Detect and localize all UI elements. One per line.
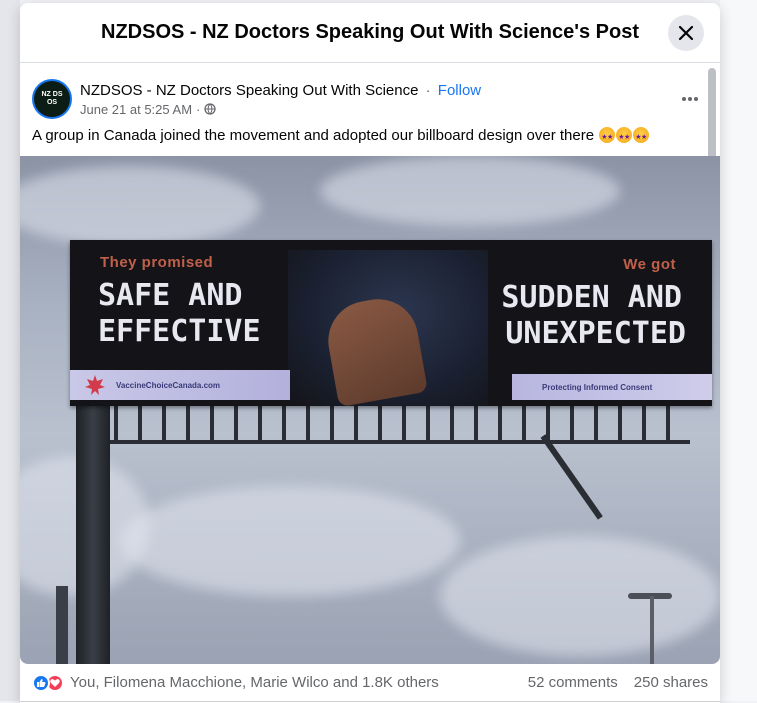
star-struck-emoji-icon — [599, 127, 616, 148]
billboard: They promised SAFE AND EFFECTIVE We got … — [70, 240, 712, 408]
post-header: NZ DS OS NZDSOS - NZ Doctors Speaking Ou… — [20, 64, 720, 122]
modal-header: NZDSOS - NZ Doctors Speaking Out With Sc… — [20, 3, 720, 63]
post-body: A group in Canada joined the movement an… — [32, 127, 595, 144]
comments-count-link[interactable]: 52 comments — [528, 674, 618, 691]
reaction-icons[interactable] — [32, 673, 64, 692]
like-reaction-icon — [32, 673, 50, 692]
engagement-counts: 52 comments 250 shares — [528, 674, 708, 691]
modal-title: NZDSOS - NZ Doctors Speaking Out With Sc… — [101, 21, 639, 43]
more-options-button[interactable] — [672, 81, 708, 117]
billboard-left-strip: VaccineChoiceCanada.com — [70, 370, 290, 400]
billboard-right-strip-text: Protecting Informed Consent — [542, 383, 653, 392]
close-icon — [678, 25, 694, 41]
cloud — [20, 166, 260, 246]
post-modal: NZDSOS - NZ Doctors Speaking Out With Sc… — [20, 3, 720, 703]
billboard-left-big-2: EFFECTIVE — [98, 314, 261, 349]
post-photo[interactable]: They promised SAFE AND EFFECTIVE We got … — [20, 156, 720, 664]
billboard-right-big-2: UNEXPECTED — [505, 316, 686, 351]
post-meta: June 21 at 5:25 AM · — [80, 102, 672, 117]
post-text: A group in Canada joined the movement an… — [20, 122, 720, 155]
avatar[interactable]: NZ DS OS — [32, 79, 72, 119]
follow-button[interactable]: Follow — [438, 82, 481, 99]
billboard-frame — [90, 402, 690, 444]
star-struck-emoji-icon — [616, 127, 633, 148]
cloud — [320, 156, 620, 226]
author-block: NZDSOS - NZ Doctors Speaking Out With Sc… — [80, 82, 672, 117]
star-struck-emoji-icon — [633, 127, 650, 148]
meta-separator: · — [196, 101, 201, 117]
billboard-left-strip-text: VaccineChoiceCanada.com — [116, 381, 221, 390]
separator: · — [425, 81, 431, 99]
cloud — [120, 486, 460, 596]
maple-leaf-icon — [85, 375, 105, 395]
billboard-strut — [540, 434, 603, 520]
background-left — [0, 0, 20, 701]
author-line: NZDSOS - NZ Doctors Speaking Out With Sc… — [80, 82, 672, 99]
street-lamp-pole — [650, 596, 654, 664]
billboard-right-big-1: SUDDEN AND — [501, 280, 682, 315]
reactions-bar: You, Filomena Macchione, Marie Wilco and… — [20, 664, 720, 702]
public-globe-icon — [204, 103, 217, 115]
reactors-link[interactable]: You, Filomena Macchione, Marie Wilco and… — [70, 674, 528, 691]
billboard-right-strip: Protecting Informed Consent — [512, 374, 712, 400]
billboard-left-small: They promised — [100, 254, 214, 271]
more-horizontal-icon — [682, 97, 698, 101]
close-button[interactable] — [668, 15, 704, 51]
billboard-pole — [76, 406, 110, 664]
cloud — [440, 536, 720, 656]
street-light-pole — [56, 586, 68, 664]
timestamp-link[interactable]: June 21 at 5:25 AM — [80, 102, 192, 117]
billboard-left-big-1: SAFE AND — [98, 278, 243, 313]
avatar-logo: NZ DS OS — [37, 84, 67, 114]
background-right — [720, 0, 757, 701]
billboard-right-small: We got — [623, 256, 676, 273]
post-scroll-area[interactable]: NZ DS OS NZDSOS - NZ Doctors Speaking Ou… — [20, 64, 720, 703]
author-name-link[interactable]: NZDSOS - NZ Doctors Speaking Out With Sc… — [80, 82, 418, 99]
shares-count-link[interactable]: 250 shares — [634, 674, 708, 691]
